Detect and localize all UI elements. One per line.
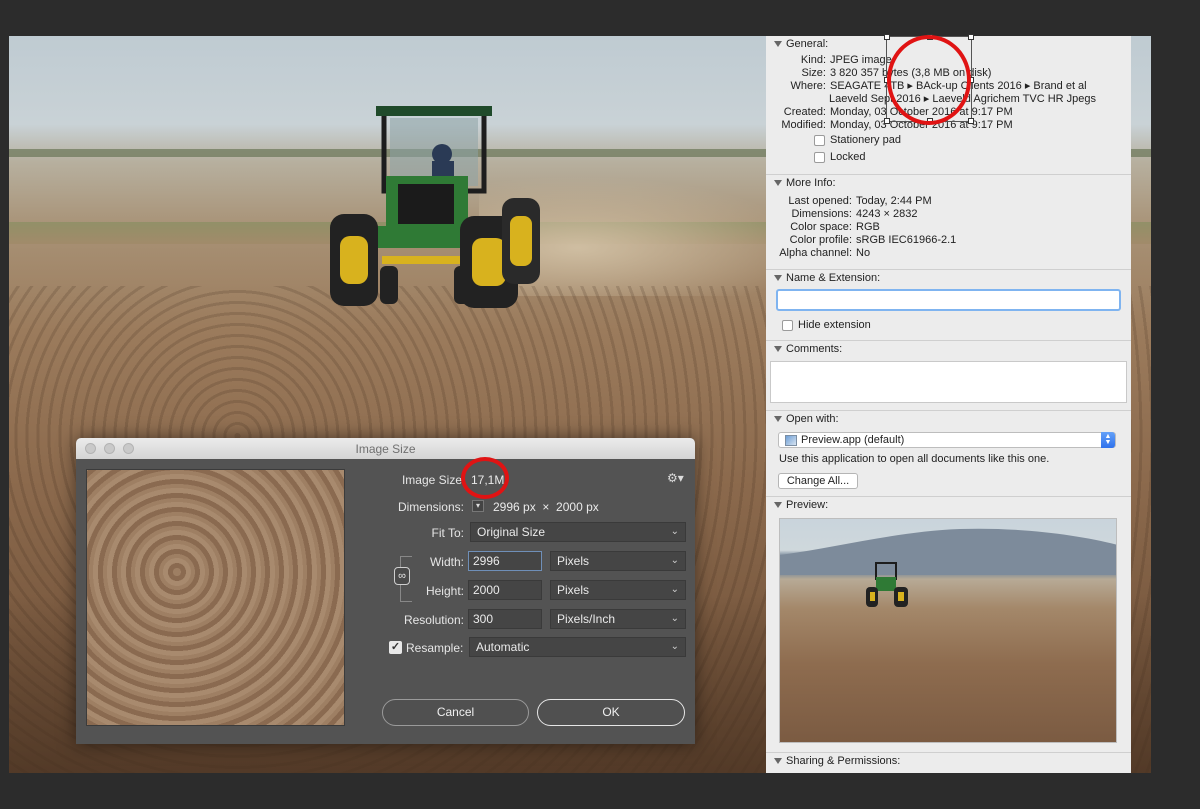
kind-row: Kind: JPEG image <box>800 54 892 66</box>
constrain-proportions-link-icon[interactable]: ∞ <box>394 567 410 585</box>
highlight-ring-file-size <box>887 35 971 125</box>
resolution-input[interactable] <box>468 609 542 629</box>
chevron-down-icon: ⌄ <box>670 526 679 537</box>
dimensions-value: 2996 px × 2000 px <box>493 500 599 514</box>
change-all-button[interactable]: Change All... <box>778 473 858 489</box>
minimize-window-icon[interactable] <box>104 443 115 454</box>
disclosure-triangle-icon <box>774 275 782 281</box>
fit-to-select[interactable]: Original Size ⌄ <box>470 522 686 542</box>
alpha-row: Alpha channel: No <box>779 247 871 259</box>
dialog-preview-thumbnail[interactable] <box>86 469 345 726</box>
section-sharing: Sharing & Permissions: <box>766 752 1131 769</box>
zoom-window-icon[interactable] <box>123 443 134 454</box>
dimensions-label: Dimensions: <box>397 500 464 514</box>
dialog-title: Image Size <box>355 441 416 456</box>
stationery-checkbox[interactable] <box>814 134 825 146</box>
cancel-button[interactable]: Cancel <box>382 699 529 726</box>
highlight-ring-image-size <box>461 457 509 499</box>
section-more-info: More Info: <box>766 174 1131 191</box>
transform-handle[interactable] <box>884 118 890 124</box>
open-with-select[interactable]: Preview.app (default) ▲ ▼ <box>778 432 1116 448</box>
window-controls <box>85 443 134 454</box>
section-name-extension-header[interactable]: Name & Extension: <box>766 270 1131 286</box>
image-size-dialog: Image Size Image Size 17,1M ⚙▾ Dimension… <box>76 438 695 744</box>
resolution-label: Resolution: <box>403 613 464 627</box>
color-space-row: Color space: RGB <box>790 221 880 233</box>
height-input[interactable] <box>468 580 542 600</box>
resample-select[interactable]: Automatic ⌄ <box>469 637 686 657</box>
height-label: Height: <box>425 584 464 598</box>
stationery-checkbox-row[interactable]: Stationery pad <box>814 134 901 146</box>
section-comments: Comments: <box>766 340 1131 357</box>
dialog-titlebar[interactable]: Image Size <box>76 438 695 459</box>
transform-handle[interactable] <box>884 34 890 40</box>
section-open-with: Open with: <box>766 410 1131 427</box>
close-window-icon[interactable] <box>85 443 96 454</box>
section-name-extension: Name & Extension: <box>766 269 1131 286</box>
image-size-label: Image Size <box>401 473 462 487</box>
file-info-panel: General: Kind: JPEG image Size: 3 820 357 … <box>766 36 1131 773</box>
locked-checkbox[interactable] <box>814 151 825 163</box>
section-sharing-header[interactable]: Sharing & Permissions: <box>766 753 1131 769</box>
height-unit-select[interactable]: Pixels ⌄ <box>550 580 686 600</box>
resolution-unit-select[interactable]: Pixels/Inch ⌄ <box>550 609 686 629</box>
width-unit-select[interactable]: Pixels ⌄ <box>550 551 686 571</box>
preview-app-icon <box>785 434 797 446</box>
locked-checkbox-row[interactable]: Locked <box>814 151 865 163</box>
preview-tractor <box>866 562 908 607</box>
hide-extension-checkbox-row[interactable]: Hide extension <box>782 319 871 331</box>
section-more-info-header[interactable]: More Info: <box>766 175 1131 191</box>
dimensions-row: Dimensions: 4243 × 2832 <box>791 208 918 220</box>
chevron-down-icon: ⌄ <box>670 584 679 595</box>
fit-to-label: Fit To: <box>431 526 464 540</box>
preview-mountain <box>780 528 1116 575</box>
disclosure-triangle-icon <box>774 346 782 352</box>
disclosure-triangle-icon <box>774 502 782 508</box>
disclosure-triangle-icon <box>774 416 782 422</box>
preview-thumbnail <box>779 518 1117 743</box>
chevron-down-icon: ⌄ <box>670 613 679 624</box>
resample-label: Resample: <box>406 641 464 655</box>
last-opened-row: Last opened: Today, 2:44 PM <box>788 195 932 207</box>
hide-extension-checkbox[interactable] <box>782 319 793 331</box>
ok-button[interactable]: OK <box>537 699 685 726</box>
disclosure-triangle-icon <box>774 41 782 47</box>
transform-handle[interactable] <box>968 34 974 40</box>
select-stepper-icon: ▲ ▼ <box>1101 432 1115 448</box>
gear-icon[interactable]: ⚙▾ <box>667 471 684 485</box>
resample-checkbox[interactable]: ✓ <box>389 641 402 654</box>
open-with-hint: Use this application to open all documen… <box>779 453 1050 465</box>
section-preview-header[interactable]: Preview: <box>766 497 1131 513</box>
transform-handle[interactable] <box>968 118 974 124</box>
tractor-illustration <box>330 106 540 308</box>
chevron-down-icon: ⌄ <box>670 555 679 566</box>
disclosure-triangle-icon <box>774 180 782 186</box>
section-preview: Preview: <box>766 496 1131 513</box>
dimensions-unit-dropdown-icon[interactable]: ▾ <box>472 500 484 512</box>
section-open-with-header[interactable]: Open with: <box>766 411 1131 427</box>
width-label: Width: <box>429 555 464 569</box>
comments-textarea[interactable] <box>770 361 1127 403</box>
chevron-down-icon: ⌄ <box>670 641 679 652</box>
color-profile-row: Color profile: sRGB IEC61966-2.1 <box>789 234 957 246</box>
disclosure-triangle-icon <box>774 758 782 764</box>
width-input[interactable] <box>468 551 542 571</box>
section-comments-header[interactable]: Comments: <box>766 341 1131 357</box>
filename-input[interactable] <box>776 289 1121 311</box>
